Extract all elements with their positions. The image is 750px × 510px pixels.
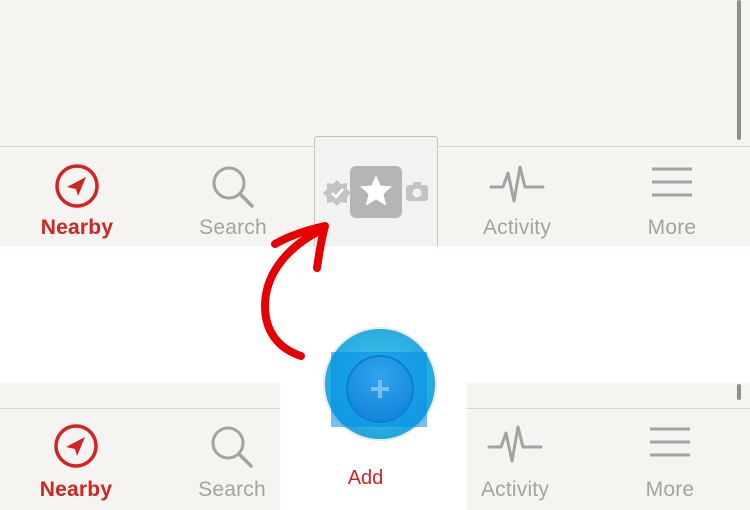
tab-nearby-label: Nearby — [39, 478, 113, 501]
activity-pulse-icon — [489, 165, 545, 203]
tab-more-bottom[interactable]: More — [595, 409, 745, 510]
search-icon — [212, 166, 254, 208]
tab-activity-top[interactable]: Activity — [442, 147, 592, 246]
highlight-overlay — [331, 352, 427, 427]
search-icon — [211, 426, 253, 468]
annotation-arrow-icon — [260, 222, 329, 360]
tab-more-label: More — [645, 478, 695, 501]
top-scrollbar[interactable] — [737, 0, 741, 140]
nearby-arrow-icon — [54, 424, 98, 468]
tab-more-label: More — [647, 216, 697, 239]
tab-nearby-label: Nearby — [40, 216, 114, 239]
tab-nearby-top[interactable]: Nearby — [2, 147, 152, 246]
menu-lines-icon — [650, 427, 690, 457]
tab-nearby-bottom[interactable]: Nearby — [1, 409, 151, 510]
menu-lines-icon — [652, 167, 692, 197]
nearby-arrow-icon — [55, 164, 99, 208]
activity-pulse-icon — [487, 425, 543, 463]
tab-add-label: Add — [347, 467, 384, 489]
check-in-star-camera-icon — [323, 166, 428, 218]
tab-activity-label: Activity — [482, 216, 552, 239]
bottom-scrollbar[interactable] — [737, 384, 741, 400]
tab-more-top[interactable]: More — [597, 147, 747, 246]
